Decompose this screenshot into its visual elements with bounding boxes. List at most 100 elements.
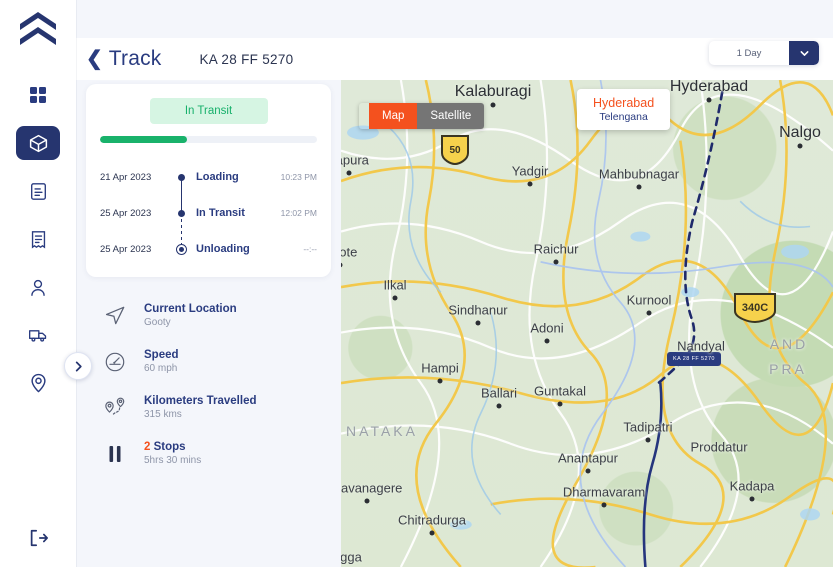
logout-icon (30, 529, 48, 547)
vehicle-marker-label[interactable]: KA 28 FF 5270 (667, 352, 721, 366)
map-city-label: Chitradurga (398, 512, 466, 528)
double-chevron-logo-icon (20, 12, 56, 45)
map-city-label: Nandyal (677, 338, 725, 354)
map-city-dot (553, 259, 559, 265)
timeline-label: In Transit (196, 207, 245, 219)
timeline-marker (166, 173, 196, 181)
sidebar-item-documents[interactable] (17, 174, 59, 208)
map-city-dot (490, 102, 496, 108)
page-header: ❮ Track KA 28 FF 5270 1 Day (76, 38, 833, 80)
map-city-dot (364, 498, 370, 504)
timeline-label: Loading (196, 171, 239, 183)
sidebar-item-shipments[interactable] (16, 126, 60, 160)
map-view-button[interactable]: Map (369, 103, 418, 129)
map-city-label: Raichur (533, 241, 579, 257)
map-city-dot (557, 401, 563, 407)
document-icon (30, 182, 46, 200)
stat-speed: Speed 60 mph (100, 349, 317, 374)
highway-shield: 340C (733, 292, 777, 324)
timeline-marker (166, 243, 196, 255)
map-city-label: Sindhanur (448, 302, 508, 318)
map-city-label: Davanagere (341, 480, 403, 496)
stat-kilometers-travelled: Kilometers Travelled 315 kms (100, 395, 317, 420)
tracking-map[interactable]: Map Satellite Hyderabad Telengana 50 340… (341, 80, 833, 567)
map-city-label: AND (769, 336, 809, 352)
timeline-dot-icon (177, 209, 185, 217)
trip-progress-fill (100, 136, 187, 143)
map-city-label: Mahbubnagar (598, 166, 680, 182)
timeline-connector-solid (180, 177, 182, 213)
sidebar-item-dashboard[interactable] (17, 78, 59, 112)
content-body: In Transit 21 Apr 2023 Loading 10:23 PM (76, 80, 833, 567)
sidebar (0, 0, 76, 567)
map-city-dot (437, 378, 443, 384)
status-badge-row: In Transit (100, 98, 317, 124)
map-city-dot (544, 338, 550, 344)
back-button[interactable]: ❮ Track (86, 47, 162, 71)
timeline-label: Unloading (196, 243, 250, 255)
satellite-view-button[interactable]: Satellite (417, 103, 485, 129)
map-city-label: Guntakal (533, 383, 587, 399)
invoice-receipt-icon (31, 230, 45, 248)
stat-value: Gooty (144, 317, 171, 328)
timeline-date: 21 Apr 2023 (100, 171, 152, 183)
timeline-dot-icon (177, 173, 185, 181)
sidebar-item-invoices[interactable] (17, 222, 59, 256)
map-city-label: Hyderabad (669, 80, 749, 95)
map-city-dot (475, 320, 481, 326)
sidebar-item-fleet[interactable] (17, 318, 59, 352)
map-city-label: Yadgir (511, 163, 549, 179)
day-range-selector[interactable]: 1 Day (709, 41, 819, 65)
timeline-time: 10:23 PM (280, 172, 317, 182)
map-city-label: PRA (769, 361, 807, 377)
highway-shield: 50 (440, 134, 470, 166)
chevron-down-icon[interactable] (789, 41, 819, 65)
track-page: ❮ Track KA 28 FF 5270 1 Day In Transit 2… (0, 0, 833, 567)
app-logo[interactable] (13, 6, 63, 52)
status-badge: In Transit (149, 98, 268, 124)
map-city-dot (646, 310, 652, 316)
stops-label: Stops (153, 441, 186, 453)
map-city-label: Kalaburagi (454, 83, 532, 100)
pause-icon (100, 444, 130, 464)
map-city-label: gga (341, 549, 362, 565)
trip-progress-bar (100, 136, 317, 143)
truck-icon (29, 330, 47, 342)
timeline-ring-icon (175, 243, 187, 255)
timeline-date: 25 Apr 2023 (100, 207, 152, 219)
map-city-dot (645, 437, 651, 443)
page-title: Track (108, 47, 162, 70)
stat-value: 315 kms (144, 409, 182, 420)
chevron-right-icon (75, 361, 82, 371)
map-city-label: Anantapur (558, 450, 618, 466)
stat-text: Kilometers Travelled 315 kms (144, 395, 257, 420)
stat-text: 2 Stops 5hrs 30 mins (144, 441, 201, 466)
map-city-label: Ilkal (383, 277, 407, 293)
map-city-dot (585, 468, 591, 474)
sidebar-collapse-toggle[interactable] (64, 352, 92, 380)
logout-button[interactable] (17, 521, 59, 555)
map-type-toggle[interactable]: Map Satellite (359, 103, 485, 129)
route-pins-icon (100, 397, 130, 419)
trip-panel: In Transit 21 Apr 2023 Loading 10:23 PM (86, 80, 331, 567)
map-city-label: Proddatur (690, 439, 748, 455)
sidebar-item-customers[interactable] (17, 270, 59, 304)
sidebar-item-locations[interactable] (17, 366, 59, 400)
trip-status-card: In Transit 21 Apr 2023 Loading 10:23 PM (86, 84, 331, 277)
timeline-marker (166, 209, 196, 217)
day-range-value: 1 Day (736, 47, 762, 59)
stat-text: Current Location Gooty (144, 303, 237, 328)
map-city-label: Tadipatri (623, 419, 673, 435)
timeline-row: 21 Apr 2023 Loading 10:23 PM (100, 159, 317, 195)
tooltip-state: Telengana (599, 111, 648, 123)
sidebar-nav (0, 78, 76, 400)
highway-shield-label: 50 (449, 144, 461, 156)
timeline-time: 12:02 PM (280, 208, 317, 218)
timeline-row: 25 Apr 2023 Unloading --:-- (100, 231, 317, 267)
trip-timeline: 21 Apr 2023 Loading 10:23 PM 25 Apr 2023… (100, 159, 317, 267)
stat-value: 5hrs 30 mins (144, 455, 202, 466)
speedometer-icon (100, 351, 130, 373)
timeline-time: --:-- (303, 244, 317, 254)
map-city-dot (392, 295, 398, 301)
tooltip-city: Hyderabad (593, 96, 655, 110)
